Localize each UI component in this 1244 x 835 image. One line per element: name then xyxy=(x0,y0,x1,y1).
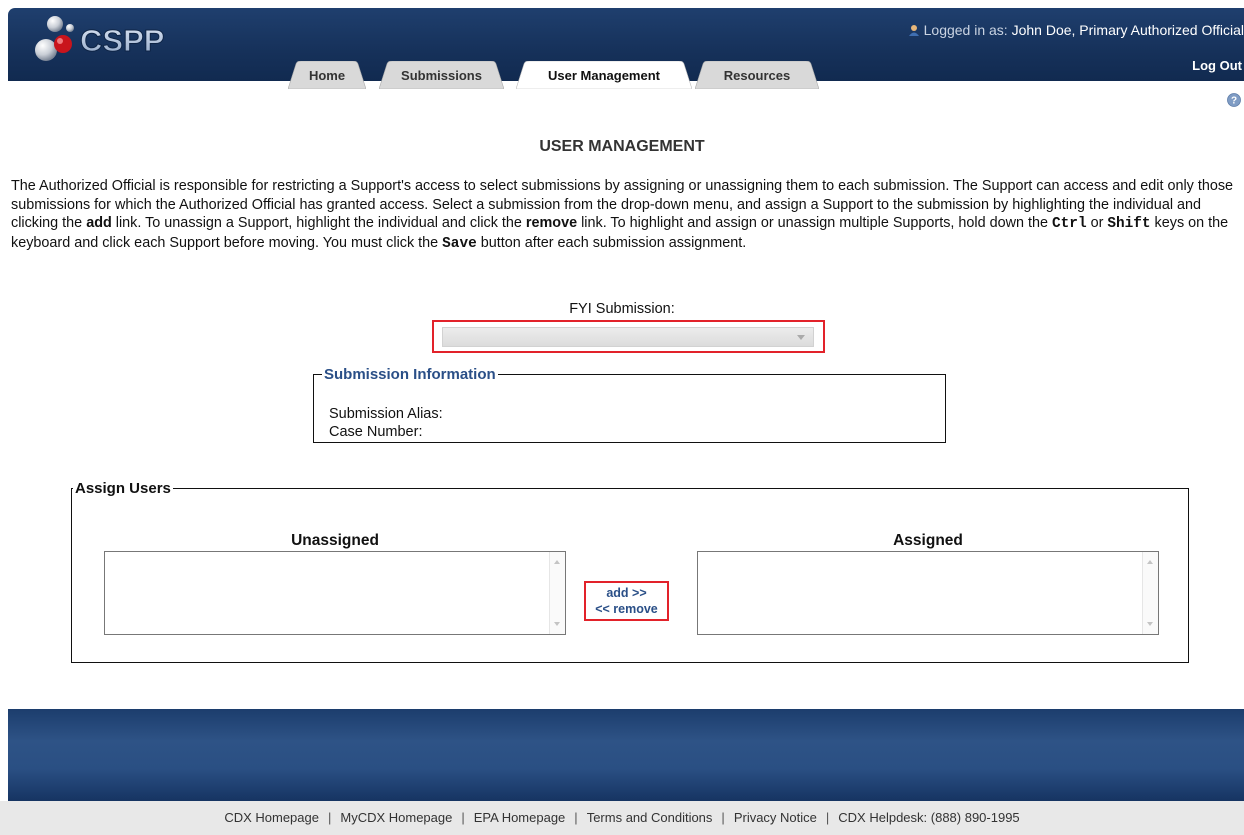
intro-text: link. To unassign a Support, highlight t… xyxy=(111,215,526,231)
intro-text: or xyxy=(1086,215,1108,231)
unassigned-users-list[interactable] xyxy=(104,551,566,635)
svg-text:?: ? xyxy=(1231,96,1237,107)
fyi-submission-label: FYI Submission: xyxy=(569,301,675,317)
footer-link-cdx-homepage[interactable]: CDX Homepage xyxy=(224,810,319,825)
intro-ctrl-keyword: Ctrl xyxy=(1052,216,1087,232)
scrollbar[interactable] xyxy=(1142,552,1158,634)
logo-text: CSPP xyxy=(80,23,164,58)
move-links-highlight: add >> << remove xyxy=(584,581,669,621)
footer-banner xyxy=(8,709,1244,801)
footer-links: CDX Homepage | MyCDX Homepage | EPA Homepage… xyxy=(0,801,1244,835)
assign-users-panel: Assign Users Unassigned Assigned add >> … xyxy=(71,480,1189,663)
tab-home-label: Home xyxy=(308,68,346,83)
scroll-down-icon xyxy=(1147,622,1153,626)
case-number-label: Case Number: xyxy=(329,424,423,440)
user-icon xyxy=(908,23,920,36)
cspp-logo[interactable]: CSPP xyxy=(30,14,220,62)
site-header: CSPP Logged in as: John Doe, Primary Aut… xyxy=(8,8,1244,89)
assigned-users-list[interactable] xyxy=(697,551,1159,635)
remove-link[interactable]: << remove xyxy=(586,601,667,617)
footer-link-terms[interactable]: Terms and Conditions xyxy=(587,810,713,825)
submission-alias-label: Submission Alias: xyxy=(329,406,443,422)
scroll-up-icon xyxy=(1147,560,1153,564)
footer-link-mycdx-homepage[interactable]: MyCDX Homepage xyxy=(340,810,452,825)
tab-home[interactable]: Home xyxy=(288,61,366,89)
logged-in-status: Logged in as: John Doe, Primary Authoriz… xyxy=(908,22,1244,38)
tab-resources-label: Resources xyxy=(723,68,791,83)
intro-remove-keyword: remove xyxy=(525,215,578,231)
footer-link-epa-homepage[interactable]: EPA Homepage xyxy=(474,810,566,825)
intro-shift-keyword: Shift xyxy=(1107,216,1151,232)
footer-separator: | xyxy=(461,810,465,825)
intro-add-keyword: add xyxy=(86,215,112,231)
unassigned-header: Unassigned xyxy=(291,532,379,549)
logout-link[interactable]: Log Out xyxy=(1192,58,1242,73)
scrollbar[interactable] xyxy=(549,552,565,634)
footer-link-helpdesk[interactable]: CDX Helpdesk: (888) 890-1995 xyxy=(838,810,1019,825)
tab-user-management-label: User Management xyxy=(548,68,660,83)
intro-text: link. To highlight and assign or unassig… xyxy=(577,215,1053,231)
tab-submissions[interactable]: Submissions xyxy=(379,61,504,89)
footer-separator: | xyxy=(721,810,725,825)
footer-separator: | xyxy=(825,810,830,825)
scroll-down-icon xyxy=(554,622,560,626)
page-title: USER MANAGEMENT xyxy=(539,138,705,155)
footer-separator: | xyxy=(327,810,332,825)
help-icon[interactable]: ? xyxy=(1227,93,1241,107)
logged-in-user: John Doe, Primary Authorized Official xyxy=(1011,22,1244,38)
assigned-header: Assigned xyxy=(893,532,963,549)
intro-text: button after each submission assignment. xyxy=(476,234,747,251)
intro-save-keyword: Save xyxy=(442,235,477,252)
logged-in-prefix: Logged in as: xyxy=(923,22,1012,38)
add-link[interactable]: add >> xyxy=(586,585,667,601)
tab-resources[interactable]: Resources xyxy=(695,61,819,89)
submission-information-legend: Submission Information xyxy=(324,366,496,383)
assign-users-legend: Assign Users xyxy=(75,480,171,497)
submission-information-panel: Submission Information Submission Alias:… xyxy=(313,366,946,443)
scroll-up-icon xyxy=(554,560,560,564)
fyi-submission-select[interactable] xyxy=(442,327,814,347)
tab-submissions-label: Submissions xyxy=(401,68,482,83)
fyi-select-highlight xyxy=(432,320,825,353)
footer-separator: | xyxy=(574,810,578,825)
chevron-down-icon xyxy=(797,335,805,340)
instructions-paragraph: The Authorized Official is responsible f… xyxy=(11,177,1237,253)
footer-link-privacy[interactable]: Privacy Notice xyxy=(734,810,817,825)
tab-user-management[interactable]: User Management xyxy=(516,61,692,89)
